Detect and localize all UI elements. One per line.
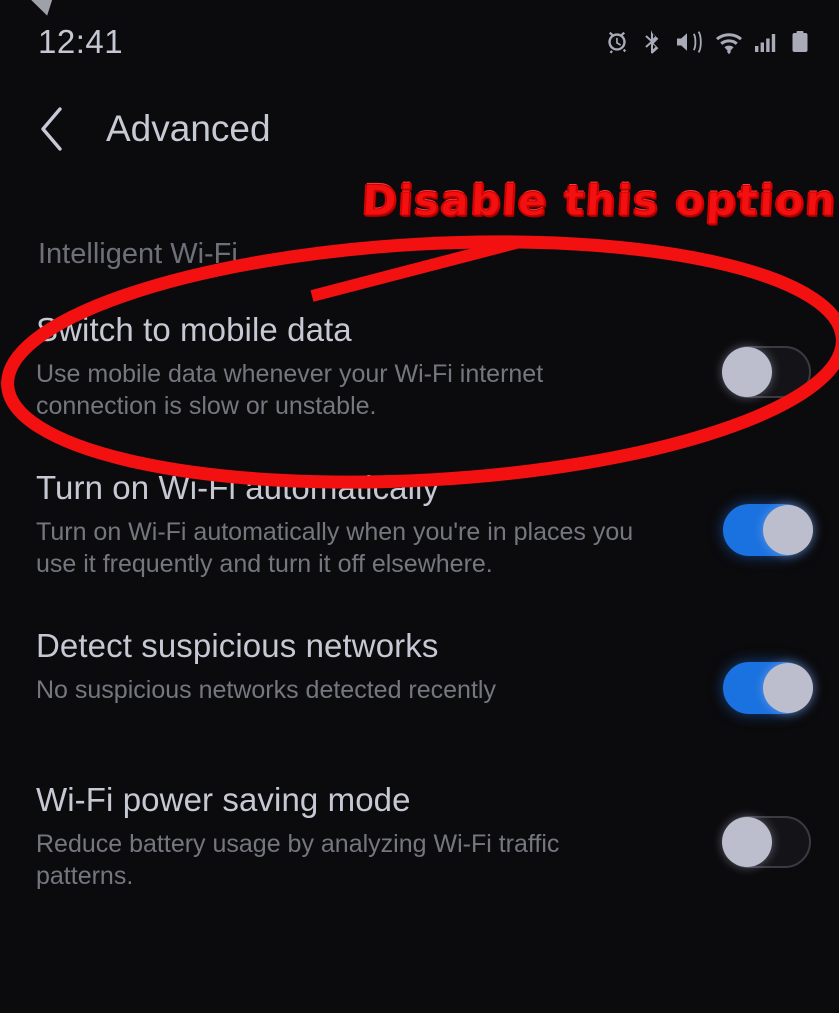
setting-text-block: Switch to mobile data Use mobile data wh…: [36, 310, 723, 422]
annotation-label: Disable this option: [360, 176, 839, 226]
setting-row-detect-suspicious-networks[interactable]: Detect suspicious networks No suspicious…: [0, 626, 839, 734]
alarm-icon: [604, 29, 630, 55]
setting-text-block: Detect suspicious networks No suspicious…: [36, 626, 723, 706]
setting-text-block: Wi-Fi power saving mode Reduce battery u…: [36, 780, 723, 892]
bluetooth-icon: [641, 29, 663, 55]
toggle-turn-on-wifi-automatically[interactable]: [723, 504, 813, 556]
annotation-pointer-line: [310, 237, 518, 302]
setting-subtitle: Reduce battery usage by analyzing Wi-Fi …: [36, 830, 560, 890]
section-header-intelligent-wifi: Intelligent Wi-Fi: [38, 238, 238, 270]
setting-row-switch-to-mobile-data[interactable]: Switch to mobile data Use mobile data wh…: [0, 310, 839, 422]
wifi-icon: [715, 29, 743, 55]
setting-title: Detect suspicious networks: [36, 627, 439, 664]
page-title: Advanced: [106, 108, 271, 149]
setting-row-wifi-power-saving-mode[interactable]: Wi-Fi power saving mode Reduce battery u…: [0, 780, 839, 892]
status-bar-icons: [604, 29, 809, 55]
toggle-detect-suspicious-networks[interactable]: [723, 662, 813, 714]
battery-icon: [791, 29, 809, 55]
vibrate-icon: [674, 29, 704, 55]
settings-list: Switch to mobile data Use mobile data wh…: [0, 310, 839, 938]
back-button[interactable]: [38, 105, 80, 153]
setting-row-turn-on-wifi-automatically[interactable]: Turn on Wi-Fi automatically Turn on Wi-F…: [0, 468, 839, 580]
toggle-knob: [722, 347, 772, 397]
status-bar: 12:41: [0, 0, 839, 84]
setting-title: Turn on Wi-Fi automatically: [36, 469, 440, 506]
toggle-switch-to-mobile-data[interactable]: [722, 346, 811, 398]
status-bar-clock: 12:41: [38, 23, 124, 60]
setting-title: Switch to mobile data: [36, 311, 352, 348]
toggle-knob: [763, 505, 813, 555]
toggle-knob: [722, 817, 772, 867]
page-header: Advanced: [0, 86, 839, 172]
setting-title: Wi-Fi power saving mode: [36, 781, 411, 818]
setting-subtitle: Use mobile data whenever your Wi-Fi inte…: [36, 360, 544, 420]
chevron-left-icon: [41, 107, 62, 151]
phone-screen: 12:41 Advanced Intelligent Wi-Fi Switch …: [0, 0, 839, 1013]
setting-text-block: Turn on Wi-Fi automatically Turn on Wi-F…: [36, 468, 723, 580]
setting-subtitle: No suspicious networks detected recently: [36, 676, 496, 704]
setting-subtitle: Turn on Wi-Fi automatically when you're …: [36, 518, 634, 578]
toggle-wifi-power-saving-mode[interactable]: [722, 816, 811, 868]
signal-icon: [754, 29, 780, 55]
toggle-knob: [763, 663, 813, 713]
